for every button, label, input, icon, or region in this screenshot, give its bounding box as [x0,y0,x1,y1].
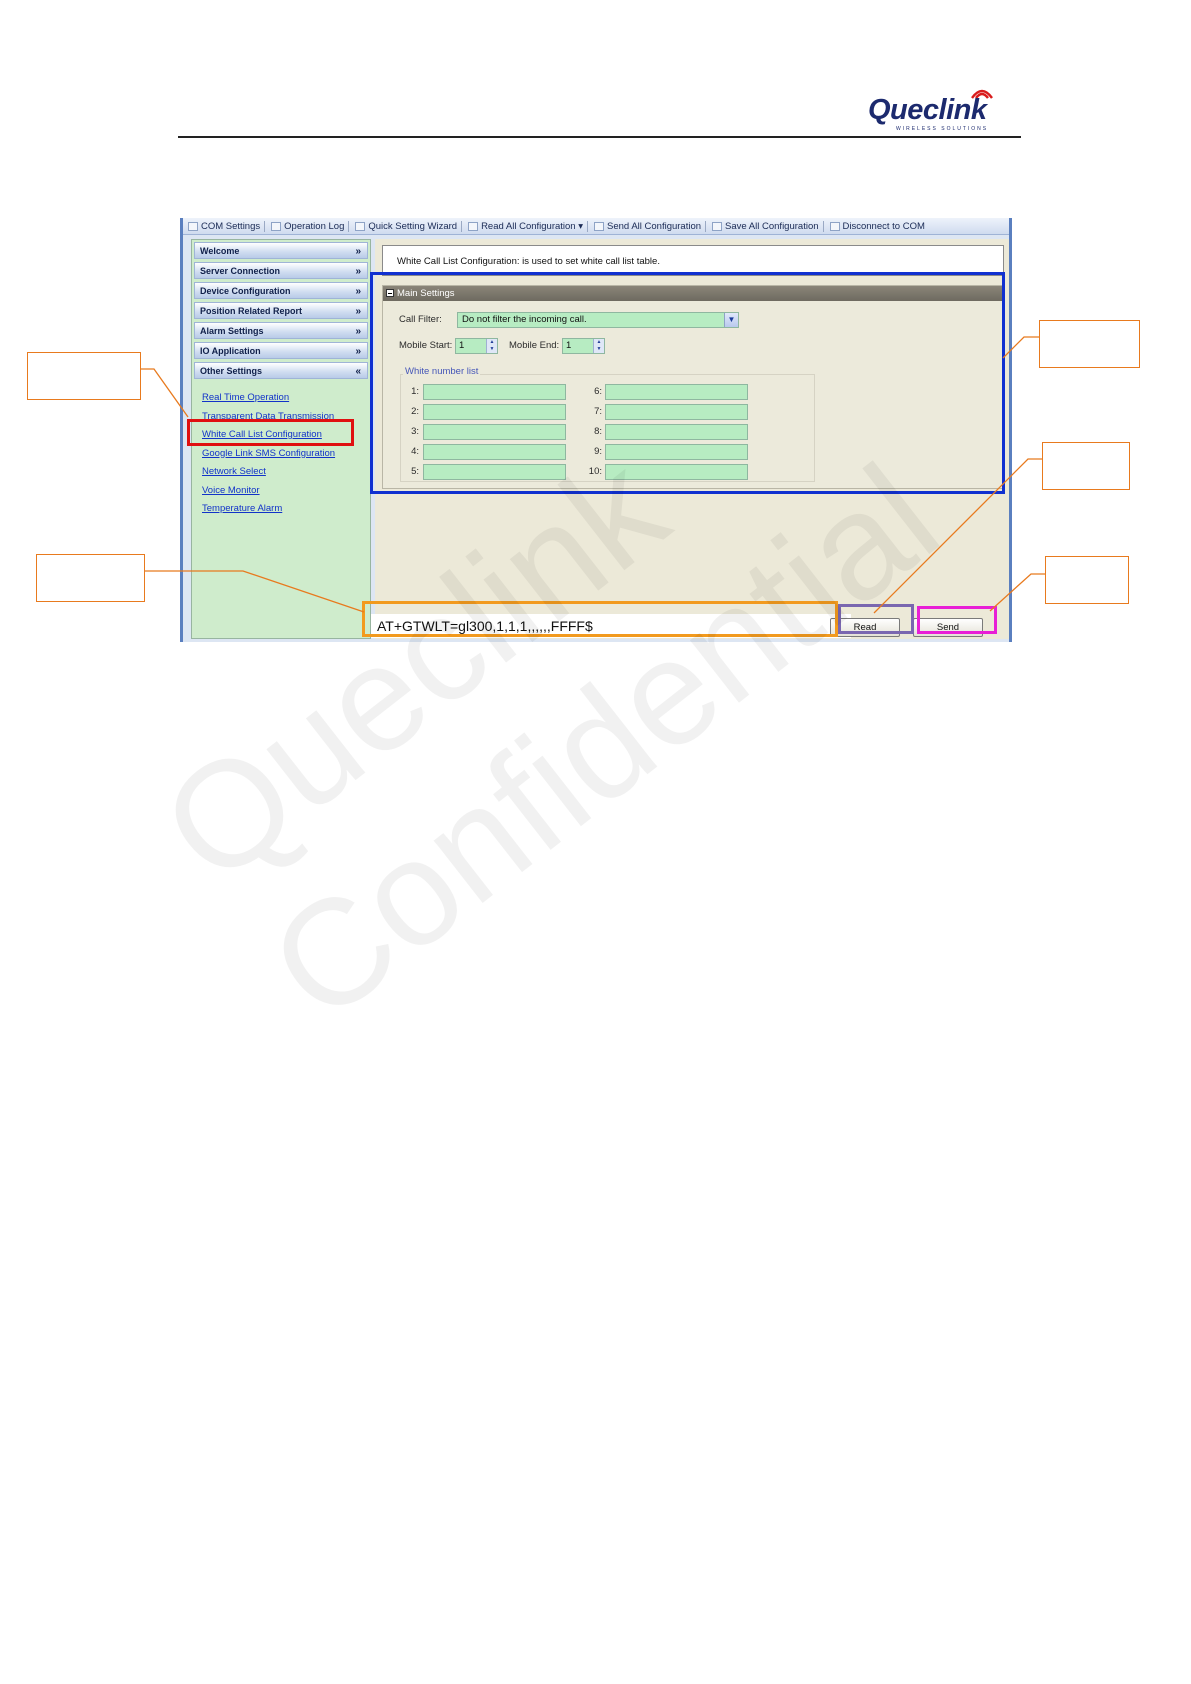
sidebar-link-network-select[interactable]: Network Select [202,464,370,483]
call-filter-label: Call Filter: [399,314,442,325]
chevron-down-icon[interactable]: ▼ [724,313,738,327]
logo-subtext: WIRELESS SOLUTIONS [896,126,989,132]
toolbar-save-all-configuration[interactable]: Save All Configuration [709,221,821,232]
sidebar: Welcome» Server Connection» Device Confi… [191,239,371,639]
toolbar-operation-log[interactable]: Operation Log [268,221,347,232]
header-divider [178,136,1021,138]
toolbar-separator [705,220,707,232]
white-number-field-5[interactable] [423,464,566,480]
queclink-logo: Queclink WIRELESS SOLUTIONS [868,86,1013,132]
sidebar-link-white-call-list-configuration[interactable]: White Call List Configuration [202,427,370,446]
toolbar-separator [348,220,350,232]
white-number-label: 7: [594,406,602,417]
white-number-label: 4: [411,446,419,457]
toolbar-send-all-configuration[interactable]: Send All Configuration [591,221,704,232]
toolbar-com-settings[interactable]: COM Settings [185,221,263,232]
chevron-down-icon: » [355,306,361,317]
sidebar-link-real-time-operation[interactable]: Real Time Operation [202,390,370,409]
white-number-field-4[interactable] [423,444,566,460]
send-button[interactable]: Send [913,618,983,637]
mobile-start-stepper[interactable]: 1 ▲ ▼ [455,338,498,354]
stepper-arrows-icon[interactable]: ▲ ▼ [593,339,604,353]
white-number-field-1[interactable] [423,384,566,400]
mobile-end-stepper[interactable]: 1 ▲ ▼ [562,338,605,354]
toolbar-separator [587,220,589,232]
chevron-down-icon: » [355,346,361,357]
toolbar: COM Settings Operation Log Quick Setting… [183,218,1009,235]
white-number-field-6[interactable] [605,384,748,400]
read-icon [468,221,479,231]
white-number-label: 10: [588,466,602,477]
log-icon [271,221,282,231]
callout-box [27,352,141,400]
toolbar-separator [264,220,266,232]
sidebar-link-google-link-sms-configuration[interactable]: Google Link SMS Configuration [202,446,370,465]
toolbar-quick-setting-wizard[interactable]: Quick Setting Wizard [352,221,460,232]
toolbar-read-all-configuration[interactable]: Read All Configuration ▾ [465,221,586,232]
logo-text: Queclink [868,94,987,126]
read-button[interactable]: Read [830,618,900,637]
collapse-icon[interactable] [386,289,394,297]
white-number-label: 6: [594,386,602,397]
configuration-tool-window: COM Settings Operation Log Quick Setting… [180,218,1012,642]
callout-box [1045,556,1129,604]
white-number-label: 3: [411,426,419,437]
sidebar-link-voice-monitor[interactable]: Voice Monitor [202,483,370,502]
chevron-down-icon: » [355,326,361,337]
sidebar-section-alarm-settings[interactable]: Alarm Settings» [194,322,368,339]
white-number-label: 5: [411,466,419,477]
main-settings-header[interactable]: Main Settings [383,286,1003,301]
sidebar-link-transparent-data-transmission[interactable]: Transparent Data Transmission [202,409,370,428]
sidebar-link-temperature-alarm[interactable]: Temperature Alarm [202,501,370,520]
sidebar-section-server-connection[interactable]: Server Connection» [194,262,368,279]
sidebar-section-device-configuration[interactable]: Device Configuration» [194,282,368,299]
plug-icon [188,221,198,231]
white-number-label: 8: [594,426,602,437]
white-number-field-2[interactable] [423,404,566,420]
stepper-arrows-icon[interactable]: ▲ ▼ [486,339,497,353]
white-number-label: 2: [411,406,419,417]
other-settings-links: Real Time Operation Transparent Data Tra… [192,382,370,520]
chevron-down-icon: » [355,266,361,277]
white-number-label: 9: [594,446,602,457]
callout-box [36,554,145,602]
white-number-label: 1: [411,386,419,397]
sidebar-section-io-application[interactable]: IO Application» [194,342,368,359]
main-settings-panel: Main Settings Call Filter: Do not filter… [382,285,1004,489]
white-number-field-9[interactable] [605,444,748,460]
wizard-icon [355,221,366,231]
sidebar-section-other-settings[interactable]: Other Settings « [194,362,368,379]
toolbar-separator [822,220,824,232]
callout-box [1042,442,1130,490]
chevron-down-icon: » [355,286,361,297]
call-filter-select[interactable]: Do not filter the incoming call. ▼ [457,312,739,328]
sidebar-section-welcome[interactable]: Welcome» [194,242,368,259]
toolbar-disconnect-to-com[interactable]: Disconnect to COM [827,221,928,232]
command-preview-field[interactable]: AT+GTWLT=gl300,1,1,1,,,,,,FFFF$ [371,614,851,638]
page-description: White Call List Configuration: is used t… [382,245,1004,276]
mobile-start-label: Mobile Start: [399,340,453,351]
disconnect-icon [829,221,840,231]
send-icon [594,221,605,231]
chevron-down-icon: » [355,246,361,257]
white-number-field-10[interactable] [605,464,748,480]
white-number-field-7[interactable] [605,404,748,420]
sidebar-section-position-related-report[interactable]: Position Related Report» [194,302,368,319]
content-panel: White Call List Configuration: is used t… [371,239,1009,639]
mobile-end-label: Mobile End: [509,340,560,351]
chevron-up-icon: « [355,366,361,377]
white-number-list-title: White number list [403,366,481,377]
toolbar-separator [461,220,463,232]
white-number-field-8[interactable] [605,424,748,440]
white-number-field-3[interactable] [423,424,566,440]
callout-box [1039,320,1140,368]
save-icon [712,221,723,231]
